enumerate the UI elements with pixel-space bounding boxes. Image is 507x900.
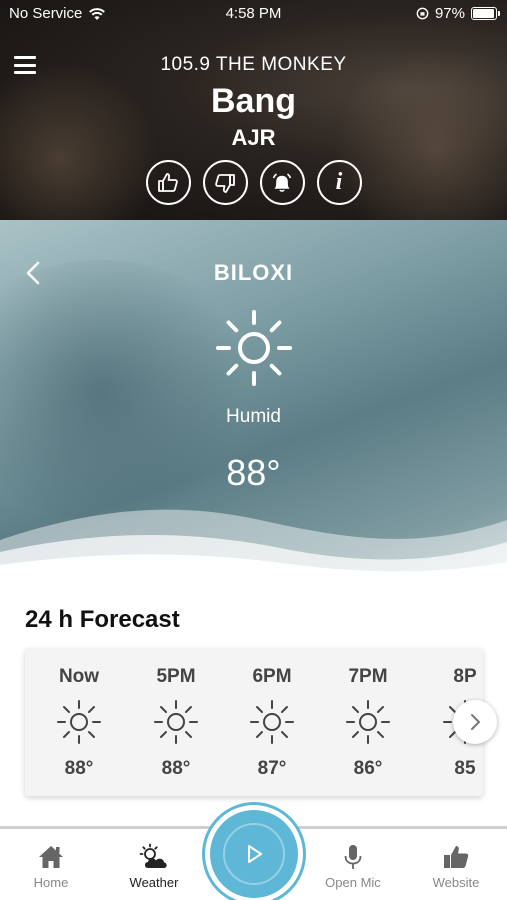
- info-icon: i: [335, 169, 343, 195]
- forecast-next-button[interactable]: [453, 700, 497, 744]
- tab-home[interactable]: Home: [6, 843, 96, 890]
- status-bar: No Service 4:58 PM 97%: [0, 0, 507, 28]
- song-actions: i: [0, 160, 507, 205]
- thumbs-down-icon: [215, 173, 235, 193]
- forecast-item: 7PM 86°: [328, 648, 408, 796]
- artist-name: AJR: [231, 125, 276, 150]
- tab-open-mic-label: Open Mic: [325, 875, 381, 890]
- home-icon: [39, 846, 63, 868]
- station-name: 105.9 THE MONKEY: [160, 54, 347, 75]
- battery-icon: [471, 7, 500, 20]
- tab-weather[interactable]: Weather: [109, 843, 199, 890]
- song-title: Bang: [211, 82, 296, 120]
- forecast-temp: 88°: [161, 758, 191, 779]
- alarm-bell-icon: [272, 172, 292, 192]
- thumbs-up-icon: [158, 172, 178, 192]
- now-playing-header: No Service 4:58 PM 97% 105.9 THE MONKEY …: [0, 0, 507, 220]
- thumbs-up-icon: [444, 846, 469, 868]
- microphone-icon: [344, 845, 362, 869]
- forecast-time: 6PM: [252, 666, 292, 687]
- play-icon: [248, 845, 262, 863]
- battery-percentage: 97%: [434, 5, 465, 22]
- orientation-lock-icon: [416, 7, 429, 20]
- chevron-right-icon: [471, 714, 480, 730]
- weather-condition: Humid: [226, 406, 281, 427]
- play-button[interactable]: [210, 810, 298, 898]
- sun-icon: [154, 700, 198, 744]
- forecast-temp: 87°: [257, 758, 287, 779]
- forecast-time: 8P: [453, 666, 477, 687]
- like-button[interactable]: [145, 160, 191, 205]
- forecast-temp: 88°: [64, 758, 94, 779]
- forecast-item: 5PM 88°: [136, 648, 216, 796]
- dislike-button[interactable]: [202, 160, 248, 205]
- sun-icon: [346, 700, 390, 744]
- weather-panel: BILOXI Humid 88°: [0, 220, 507, 580]
- forecast-time: 7PM: [348, 666, 388, 687]
- partly-cloudy-icon: [139, 843, 167, 868]
- forecast-item: Now 88°: [39, 648, 119, 796]
- tab-home-label: Home: [33, 875, 69, 890]
- tab-website-label: Website: [432, 875, 480, 890]
- forecast-time: 5PM: [156, 666, 196, 687]
- forecast-temp: 85: [454, 758, 476, 779]
- sun-icon: [250, 700, 294, 744]
- tab-website[interactable]: Website: [411, 843, 501, 890]
- city-name: BILOXI: [213, 260, 294, 285]
- info-button[interactable]: i: [316, 160, 362, 205]
- alert-button[interactable]: [259, 160, 305, 205]
- tab-open-mic[interactable]: Open Mic: [308, 843, 398, 890]
- forecast-title: 24 h Forecast: [25, 606, 180, 633]
- wave-decoration: [0, 509, 507, 580]
- current-temperature: 88°: [226, 452, 281, 493]
- forecast-time: Now: [58, 666, 100, 687]
- forecast-scroller[interactable]: Now 88° 5PM 88° 6PM 87° 7PM 86° 8P 85: [25, 648, 483, 796]
- forecast-temp: 86°: [353, 758, 383, 779]
- forecast-item: 6PM 87°: [232, 648, 312, 796]
- sun-icon: [57, 700, 101, 744]
- tab-weather-label: Weather: [129, 875, 179, 890]
- sun-icon: [216, 310, 292, 386]
